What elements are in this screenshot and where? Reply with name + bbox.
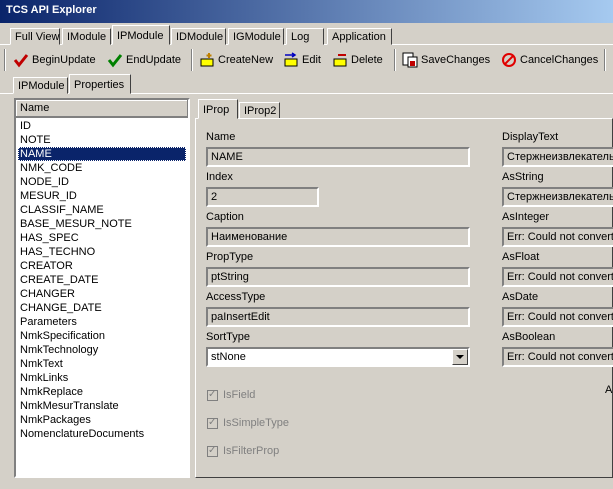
list-item[interactable]: CREATE_DATE — [18, 273, 186, 287]
new-record-icon — [199, 52, 215, 68]
tab-imodule[interactable]: IModule — [62, 28, 111, 45]
tab-properties[interactable]: Properties — [69, 74, 131, 94]
displaytext-label: DisplayText — [502, 131, 559, 143]
asboolean-label: AsBoolean — [502, 331, 556, 343]
list-item[interactable]: BASE_MESUR_NOTE — [18, 217, 186, 231]
save-changes-button[interactable]: SaveChanges — [402, 49, 490, 71]
asdate-label: AsDate — [502, 291, 539, 303]
sorttype-label: SortType — [206, 331, 251, 343]
displaytext-field[interactable]: Стержнеизвлекатель — [502, 147, 613, 167]
create-new-button[interactable]: CreateNew — [199, 49, 273, 71]
delete-button[interactable]: Delete — [332, 49, 383, 71]
list-item[interactable]: NmkSpecification — [18, 329, 186, 343]
isfield-label: IsField — [223, 389, 256, 401]
list-item[interactable]: Parameters — [18, 315, 186, 329]
isfilterprop-checkbox[interactable]: IsFilterProp — [207, 444, 279, 458]
list-item[interactable]: NomenclatureDocuments — [18, 427, 186, 441]
asdate-field[interactable]: Err: Could not convert v — [502, 307, 613, 327]
title-bar[interactable]: TCS API Explorer — [0, 0, 613, 23]
asfloat-label: AsFloat — [502, 251, 540, 263]
list-item[interactable]: NmkTechnology — [18, 343, 186, 357]
name-label: Name — [206, 131, 236, 143]
toolbar-separator-3 — [604, 49, 606, 71]
list-item[interactable]: NmkPackages — [18, 413, 186, 427]
isfilterprop-label: IsFilterProp — [223, 445, 280, 457]
asinteger-field[interactable]: Err: Could not convert v — [502, 227, 613, 247]
tab-igmodule[interactable]: IGModule — [228, 28, 284, 45]
save-changes-label: SaveChanges — [421, 54, 491, 66]
edit-button[interactable]: Edit — [283, 49, 321, 71]
begin-update-label: BeginUpdate — [32, 54, 96, 66]
tab-iprop[interactable]: IProp — [198, 99, 238, 119]
toolbar-grip — [4, 49, 6, 71]
index-label: Index — [206, 171, 233, 183]
list-item[interactable]: NmkMesurTranslate — [18, 399, 186, 413]
list-item[interactable]: NAME — [18, 147, 186, 161]
sorttype-select[interactable]: stNone — [206, 347, 470, 367]
check-red-icon — [13, 52, 29, 68]
tab-idmodule[interactable]: IDModule — [171, 28, 226, 45]
tab-ipmodule[interactable]: IPModule — [112, 25, 170, 45]
name-field[interactable]: NAME — [206, 147, 470, 167]
asstring-field[interactable]: Стержнеизвлекатель — [502, 187, 613, 207]
list-item[interactable]: NMK_CODE — [18, 161, 186, 175]
isfield-checkbox[interactable]: IsField — [207, 388, 255, 402]
list-item[interactable]: HAS_TECHNO — [18, 245, 186, 259]
sorttype-value: stNone — [211, 351, 246, 363]
list-header-name[interactable]: Name — [16, 100, 188, 118]
cancel-changes-button[interactable]: CancelChanges — [501, 49, 598, 71]
window-title: TCS API Explorer — [6, 4, 97, 16]
tab-full-view[interactable]: Full View — [10, 28, 60, 45]
tab-iprop2[interactable]: IProp2 — [239, 102, 280, 119]
edit-arrows-icon — [283, 52, 299, 68]
property-list[interactable]: Name ID NOTE NAME NMK_CODE NODE_ID MESUR_ID CL… — [14, 98, 190, 478]
delete-label: Delete — [351, 54, 383, 66]
checkbox-icon — [207, 444, 218, 458]
tab-log[interactable]: Log — [286, 28, 324, 45]
asboolean-field[interactable]: Err: Could not convert v — [502, 347, 613, 367]
issimpletype-label: IsSimpleType — [223, 417, 290, 429]
tab-application[interactable]: Application — [327, 28, 392, 45]
list-item[interactable]: NOTE — [18, 133, 186, 147]
list-item[interactable]: MESUR_ID — [18, 189, 186, 203]
list-item[interactable]: NmkLinks — [18, 371, 186, 385]
asstring-label: AsString — [502, 171, 544, 183]
checkbox-icon — [207, 388, 218, 402]
toolbar-separator — [191, 49, 193, 71]
accesstype-label: AccessType — [206, 291, 266, 303]
list-item[interactable]: NmkText — [18, 357, 186, 371]
caption-field[interactable]: Наименование — [206, 227, 470, 247]
list-item[interactable]: CHANGE_DATE — [18, 301, 186, 315]
end-update-button[interactable]: EndUpdate — [107, 49, 181, 71]
list-item[interactable]: CLASSIF_NAME — [18, 203, 186, 217]
check-green-icon — [107, 52, 123, 68]
edit-label: Edit — [302, 54, 321, 66]
list-item[interactable]: CREATOR — [18, 259, 186, 273]
create-new-label: CreateNew — [218, 54, 274, 66]
sorttype-dropdown-icon[interactable] — [452, 349, 468, 365]
asinteger-label: AsInteger — [502, 211, 550, 223]
asfloat-field[interactable]: Err: Could not convert v — [502, 267, 613, 287]
issimpletype-checkbox[interactable]: IsSimpleType — [207, 416, 289, 430]
cancel-changes-label: CancelChanges — [520, 54, 599, 66]
cut-off-label: A — [605, 384, 613, 396]
proptype-label: PropType — [206, 251, 254, 263]
proptype-field[interactable]: ptString — [206, 267, 470, 287]
index-field[interactable]: 2 — [206, 187, 319, 207]
list-item[interactable]: HAS_SPEC — [18, 231, 186, 245]
begin-update-button[interactable]: BeginUpdate — [13, 49, 96, 71]
end-update-label: EndUpdate — [126, 54, 182, 66]
save-icon — [402, 52, 418, 68]
list-item[interactable]: ID — [18, 119, 186, 133]
accesstype-field[interactable]: paInsertEdit — [206, 307, 470, 327]
list-item[interactable]: CHANGER — [18, 287, 186, 301]
checkbox-icon — [207, 416, 218, 430]
list-item[interactable]: NmkReplace — [18, 385, 186, 399]
list-item[interactable]: NODE_ID — [18, 175, 186, 189]
delete-record-icon — [332, 52, 348, 68]
tab-sub-ipmodule[interactable]: IPModule — [13, 77, 68, 94]
caption-label: Caption — [206, 211, 244, 223]
toolbar-separator-2 — [394, 49, 396, 71]
cancel-icon — [501, 52, 517, 68]
